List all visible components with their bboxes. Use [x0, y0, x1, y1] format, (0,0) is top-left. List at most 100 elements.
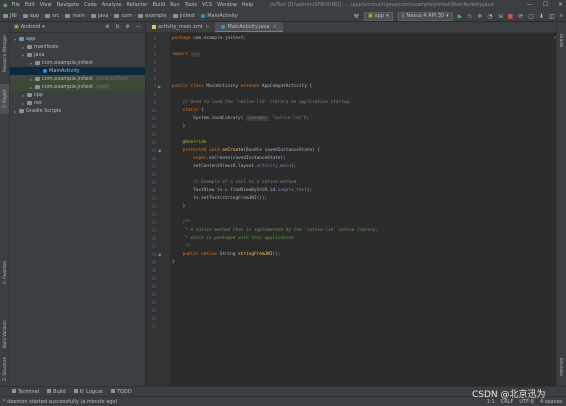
- line-number: 31: [151, 276, 156, 281]
- hide-icon[interactable]: —: [136, 24, 141, 30]
- gear-icon[interactable]: ⚙: [126, 24, 130, 30]
- stop-icon[interactable]: ■: [508, 13, 514, 20]
- tree-node[interactable]: ▸ Gradle Scripts: [10, 107, 145, 115]
- code-line: System.loadLibrary( libname: "native-lib…: [172, 116, 309, 121]
- editor-tab[interactable]: activity_main.xml ×: [146, 22, 215, 32]
- code-line: }: [172, 204, 186, 209]
- tree-node-label: res: [34, 100, 42, 106]
- chevron-right-icon: ›: [134, 12, 137, 19]
- breadcrumb-item[interactable]: JNI ›: [3, 13, 23, 19]
- tool-window-todo[interactable]: TODO: [110, 388, 132, 395]
- tab-gradle[interactable]: Gradle: [557, 26, 566, 56]
- attach-debugger-icon[interactable]: ⇲: [498, 13, 503, 20]
- breadcrumb-item[interactable]: src ›: [45, 13, 65, 19]
- close-icon[interactable]: ×: [205, 24, 209, 30]
- menu-item-vcs[interactable]: VCS: [202, 2, 212, 8]
- code-line: * A native method that is implemented by…: [182, 228, 379, 233]
- apply-changes-icon[interactable]: ↻: [467, 13, 472, 20]
- package-icon: [35, 77, 40, 81]
- search-icon[interactable]: ⌕: [560, 12, 563, 20]
- run-icon[interactable]: ▶: [458, 13, 463, 20]
- breadcrumb-item[interactable]: app ›: [22, 13, 45, 19]
- breadcrumb-item[interactable]: MainActivity: [201, 13, 238, 19]
- menu-item-analyze[interactable]: Analyze: [102, 2, 122, 8]
- project-view-select[interactable]: Android: [21, 24, 40, 30]
- tab-project[interactable]: 1: Project: [0, 84, 9, 114]
- tree-node[interactable]: ▾ com.example.jnitest: [10, 59, 145, 67]
- breadcrumb-item[interactable]: com ›: [114, 13, 138, 19]
- tab-resource-manager[interactable]: Resource Manager: [0, 24, 9, 82]
- tree-node[interactable]: ▸ com.example.jnitest (androidTest): [10, 75, 145, 83]
- breadcrumb-item[interactable]: java ›: [90, 13, 114, 19]
- close-icon[interactable]: ×: [272, 24, 276, 30]
- folder-icon: [114, 13, 120, 18]
- hammer-icon[interactable]: ⚒: [354, 13, 359, 20]
- maximize-icon[interactable]: ☐: [543, 1, 548, 8]
- tab-emulator[interactable]: Emulator: [557, 352, 566, 382]
- override-gutter-icon[interactable]: ◉: [158, 148, 162, 153]
- tree-node[interactable]: MainActivity: [10, 67, 145, 75]
- collapse-icon[interactable]: ⇅: [115, 24, 119, 30]
- code-line: static {: [182, 108, 204, 113]
- breadcrumb-item[interactable]: example ›: [138, 13, 173, 19]
- line-number: 22: [151, 204, 156, 209]
- layout-inspector-icon[interactable]: ◫: [549, 13, 555, 20]
- line-number: 35: [151, 308, 156, 313]
- code-editor[interactable]: package com.example.jnitest; import ... pu…: [172, 33, 557, 386]
- run-config-select[interactable]: ▣ app ▾: [363, 11, 393, 21]
- line-number: 34: [151, 300, 156, 305]
- breadcrumb-label: com: [121, 12, 133, 19]
- menu-item-refactor[interactable]: Refactor: [127, 2, 148, 8]
- sync-icon[interactable]: ⟳: [518, 13, 523, 20]
- menu-item-navigate[interactable]: Navigate: [57, 2, 79, 8]
- tree-node[interactable]: ▾ java: [10, 51, 145, 59]
- menu-item-code[interactable]: Code: [84, 2, 97, 8]
- profile-icon[interactable]: ◔: [487, 13, 492, 20]
- tab-structure[interactable]: Z: Structure: [0, 352, 9, 386]
- debug-icon[interactable]: ✱: [477, 13, 482, 20]
- line-number: 9: [153, 100, 156, 105]
- run-gutter-icon[interactable]: ▶: [158, 84, 161, 89]
- line-number: 27: [151, 244, 156, 249]
- breadcrumb-item[interactable]: jnitest ›: [172, 13, 202, 19]
- device-select[interactable]: ▯ Nexus 4 API 30 ▾: [397, 11, 453, 21]
- breadcrumb: JNI › app › src › main › java › com › example › jnites…: [3, 13, 238, 19]
- folder-icon: [27, 101, 32, 105]
- editor-gutter: 1 2 3 4 5 6 7 8 9 10 11 12 13 14 15 16 17 18 19 20 21 22 23 24 2…: [146, 33, 170, 386]
- tree-node[interactable]: ▾ app: [10, 35, 145, 43]
- native-gutter-icon[interactable]: ◉: [158, 252, 162, 257]
- menu-item-view[interactable]: View: [40, 2, 52, 8]
- code-line: // Used to load the 'native-lib' library…: [182, 100, 352, 105]
- tree-node[interactable]: ▸ com.example.jnitest (test): [10, 83, 145, 91]
- tree-node-label: com.example.jnitest: [42, 60, 93, 66]
- avd-manager-icon[interactable]: ▢: [528, 13, 534, 20]
- minimize-icon[interactable]: —: [527, 1, 533, 8]
- tab-favorites[interactable]: 2: Favorites: [0, 252, 9, 292]
- folder-icon: [90, 13, 96, 18]
- menu-bar: ◆ File Edit View Navigate Code Analyze Refacto…: [0, 0, 566, 10]
- tool-window-build[interactable]: Build: [47, 388, 66, 395]
- package-icon: [35, 61, 40, 65]
- code-line: public native String stringFromJNI();: [182, 252, 281, 257]
- tool-window-terminal[interactable]: Terminal: [12, 388, 40, 395]
- menu-item-build[interactable]: Build: [153, 2, 166, 8]
- close-icon[interactable]: ✕: [558, 1, 563, 8]
- breadcrumb-item[interactable]: main ›: [65, 13, 91, 19]
- line-number: 11: [151, 116, 156, 121]
- tree-node[interactable]: ▸ manifests: [10, 43, 145, 51]
- tree-node[interactable]: ▸ cpp: [10, 91, 145, 99]
- menu-item-tools[interactable]: Tools: [185, 2, 197, 8]
- menu-item-window[interactable]: Window: [217, 2, 237, 8]
- menu-item-help[interactable]: Help: [242, 2, 253, 8]
- locate-icon[interactable]: ⊕: [105, 24, 109, 30]
- menu-item-run[interactable]: Run: [170, 2, 180, 8]
- tool-window-logcat[interactable]: 6: Logcat: [73, 388, 103, 395]
- sdk-manager-icon[interactable]: ⬇: [539, 13, 544, 20]
- tree-node[interactable]: ▸ res: [10, 99, 145, 107]
- editor-tab[interactable]: MainActivity.java ×: [215, 22, 283, 32]
- menu-item-file[interactable]: File: [12, 2, 20, 8]
- menu-item-edit[interactable]: Edit: [25, 2, 35, 8]
- chevron-down-icon[interactable]: ▾: [42, 24, 45, 30]
- tool-window-label: Terminal: [18, 388, 40, 395]
- tab-build-variants[interactable]: Build Variants: [0, 312, 9, 356]
